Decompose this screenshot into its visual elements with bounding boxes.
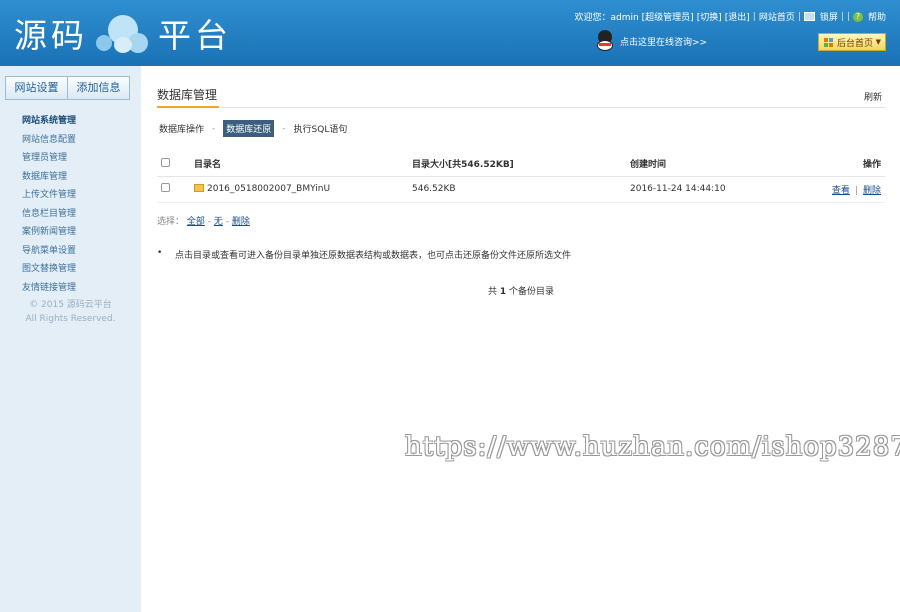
- op-cell: 查看 | 删除: [810, 176, 885, 203]
- select-all-link[interactable]: 全部: [187, 217, 205, 227]
- total-prefix: 共: [487, 287, 497, 297]
- chevron-down-icon: ▼: [875, 38, 881, 46]
- sidebar-item-site-config[interactable]: 网站信息配置: [22, 131, 76, 150]
- logo-text-left: 源码: [14, 16, 88, 55]
- qq-consult[interactable]: 点击这里在线咨询>>: [596, 30, 707, 52]
- qq-penguin-icon: [596, 30, 614, 52]
- delete-link[interactable]: 删除: [863, 186, 881, 196]
- col-header-size: 目录大小[共546.52KB]: [412, 152, 630, 177]
- monitor-icon: [803, 12, 815, 21]
- top-header: 源码 平台 欢迎您：admin [超级管理员] [切换] [退出] | 网站首页…: [0, 0, 900, 66]
- sidebar-item-system[interactable]: 网站系统管理: [22, 112, 76, 131]
- help-link[interactable]: 帮助: [868, 10, 886, 23]
- col-header-name: 目录名: [194, 152, 412, 177]
- tab-add-info[interactable]: 添加信息: [67, 77, 129, 99]
- table-header-row: 目录名 目录大小[共546.52KB] 创建时间 操作: [157, 152, 885, 177]
- created-time-cell: 2016-11-24 14:44:10: [630, 176, 810, 203]
- sidebar-item-uploads[interactable]: 上传文件管理: [22, 186, 76, 205]
- select-none-link[interactable]: 无: [214, 217, 223, 227]
- row-checkbox[interactable]: [161, 183, 170, 192]
- sidebar-item-cases-news[interactable]: 案例新闻管理: [22, 223, 76, 242]
- logo-bubbles-icon: [92, 13, 154, 53]
- dir-name-cell[interactable]: 2016_0518002007_BMYinU: [194, 176, 412, 203]
- copyright-line1: © 2015 源码云平台: [29, 300, 112, 310]
- select-label: 选择：: [157, 217, 185, 227]
- divider: |: [752, 11, 756, 22]
- sidebar-menu: 网站系统管理 网站信息配置 管理员管理 数据库管理 上传文件管理 信息栏目管理 …: [22, 112, 76, 297]
- total-count: 共 1 个备份目录: [157, 284, 885, 297]
- divider: |: [797, 11, 801, 22]
- subnav-db-operations[interactable]: 数据库操作: [159, 122, 204, 135]
- subnav-db-restore[interactable]: 数据库还原: [223, 120, 275, 137]
- help-icon: ?: [852, 11, 863, 22]
- help-tip: • 点击目录或查看可进入备份目录单独还原数据表结构或数据表，也可点击还原备份文件…: [157, 248, 571, 261]
- tip-text: 点击目录或查看可进入备份目录单独还原数据表结构或数据表，也可点击还原备份文件还原…: [175, 251, 572, 261]
- refresh-link[interactable]: 刷新: [864, 90, 882, 103]
- divider: |: [854, 185, 858, 196]
- select-controls: 选择： 全部 - 无 - 删除: [157, 214, 250, 227]
- col-header-time: 创建时间: [630, 152, 810, 177]
- sub-navigation: 数据库操作 - 数据库还原 - 执行SQL语句: [159, 120, 347, 137]
- backup-table: 目录名 目录大小[共546.52KB] 创建时间 操作 2016_0518002…: [157, 152, 885, 203]
- sidebar-item-nav-menu[interactable]: 导航菜单设置: [22, 242, 76, 261]
- admin-home-label: 后台首页: [837, 38, 874, 49]
- divider: -: [212, 123, 216, 134]
- logo: 源码 平台: [14, 12, 232, 55]
- sidebar-tabs: 网站设置 添加信息: [5, 76, 130, 100]
- divider: -: [282, 123, 286, 134]
- logo-text-right: 平台: [158, 16, 232, 55]
- dir-size-cell: 546.52KB: [412, 176, 630, 203]
- switch-link[interactable]: [切换]: [697, 10, 722, 23]
- top-user-bar: 欢迎您：admin [超级管理员] [切换] [退出] | 网站首页 | 锁屏 …: [574, 10, 886, 23]
- page-header: 数据库管理 刷新: [157, 86, 885, 108]
- sidebar-item-friend-links[interactable]: 友情链接管理: [22, 279, 76, 298]
- watermark: https://www.huzhan.com/ishop32877: [405, 432, 900, 462]
- tab-site-settings[interactable]: 网站设置: [6, 77, 67, 99]
- subnav-run-sql[interactable]: 执行SQL语句: [294, 122, 348, 135]
- bullet: •: [157, 248, 163, 258]
- view-link[interactable]: 查看: [832, 186, 850, 196]
- page-title: 数据库管理: [157, 86, 220, 108]
- role-link[interactable]: [超级管理员]: [642, 10, 694, 23]
- dir-name-link[interactable]: 2016_0518002007_BMYinU: [207, 184, 330, 194]
- logout-link[interactable]: [退出]: [725, 10, 750, 23]
- divider: |: [840, 11, 844, 22]
- sidebar: 网站设置 添加信息 网站系统管理 网站信息配置 管理员管理 数据库管理 上传文件…: [0, 66, 141, 612]
- site-home-link[interactable]: 网站首页: [759, 10, 795, 23]
- welcome-text: 欢迎您：admin: [574, 13, 639, 23]
- qq-consult-text[interactable]: 点击这里在线咨询>>: [620, 35, 707, 48]
- batch-delete-link[interactable]: 删除: [232, 217, 250, 227]
- folder-icon: [194, 184, 204, 192]
- admin-home-dropdown[interactable]: 后台首页 ▼: [818, 33, 886, 51]
- sidebar-item-database[interactable]: 数据库管理: [22, 168, 76, 187]
- copyright-line2: All Rights Reserved.: [25, 314, 116, 324]
- sidebar-item-categories[interactable]: 信息栏目管理: [22, 205, 76, 224]
- table-row: 2016_0518002007_BMYinU 546.52KB 2016-11-…: [157, 176, 885, 203]
- total-number: 1: [499, 287, 507, 297]
- select-all-checkbox[interactable]: [161, 157, 170, 167]
- lock-screen-link[interactable]: 锁屏: [820, 10, 838, 23]
- total-suffix: 个备份目录: [509, 287, 555, 297]
- col-header-op: 操作: [810, 152, 885, 177]
- sidebar-item-image-replace[interactable]: 图文替换管理: [22, 260, 76, 279]
- divider: |: [846, 11, 850, 22]
- sidebar-item-admins[interactable]: 管理员管理: [22, 149, 76, 168]
- grid-icon: [824, 37, 833, 47]
